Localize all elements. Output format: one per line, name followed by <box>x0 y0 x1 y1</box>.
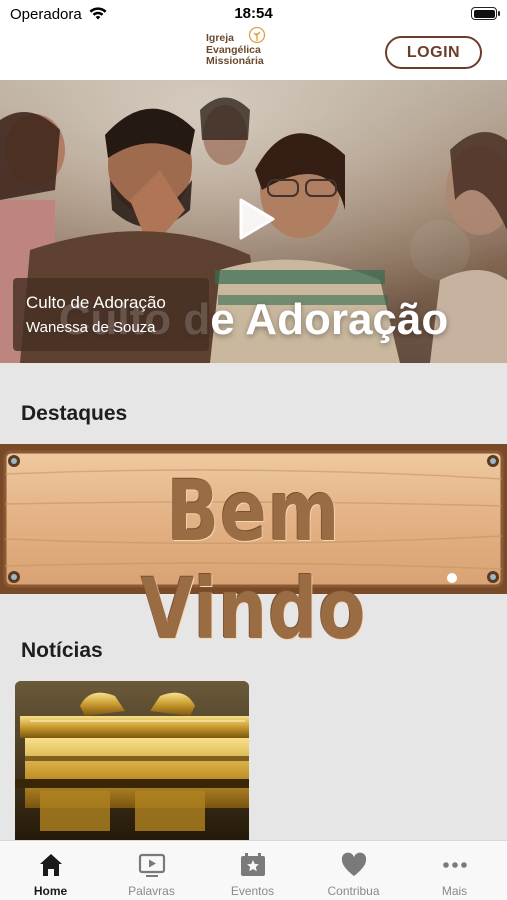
carousel-page-indicator[interactable] <box>447 573 457 583</box>
tab-contribua[interactable]: Contribua <box>303 841 404 900</box>
tab-label: Home <box>33 884 68 898</box>
tab-label: Eventos <box>230 884 275 898</box>
highlights-heading: Destaques <box>21 402 128 425</box>
tab-palavras[interactable]: Palavras <box>101 841 202 900</box>
play-icon[interactable] <box>231 194 281 244</box>
status-time: 18:54 <box>234 5 273 22</box>
tab-label: Palavras <box>128 884 175 898</box>
video-info-card[interactable]: Culto de Adoração Wanessa de Souza <box>13 278 209 351</box>
app-header: Igreja Evangélica Missionária LOGIN <box>0 26 507 80</box>
church-logo[interactable]: Igreja Evangélica Missionária <box>206 26 286 78</box>
tab-label: Contribua <box>327 884 380 898</box>
tab-mais[interactable]: Mais <box>404 841 505 900</box>
tab-eventos[interactable]: Eventos <box>202 841 303 900</box>
video-speaker: Wanessa de Souza <box>26 319 156 336</box>
more-icon <box>443 862 467 868</box>
home-icon <box>40 854 62 876</box>
banner-welcome-text: Bem Vindo <box>140 462 367 658</box>
logo-line: Missionária <box>206 55 264 67</box>
battery-icon <box>471 7 500 20</box>
login-button[interactable]: LOGIN <box>385 36 482 69</box>
bottom-tab-bar: Home Palavras Eventos Contribua Mais <box>0 840 507 900</box>
video-title: Culto de Adoração <box>26 293 166 312</box>
news-ark-image <box>15 681 249 841</box>
logo-text: Igreja Evangélica Missionária <box>206 32 264 68</box>
tab-home[interactable]: Home <box>0 841 101 900</box>
status-bar: Operadora 18:54 <box>0 0 507 28</box>
tab-label: Mais <box>441 884 468 898</box>
news-heading: Notícias <box>21 639 103 662</box>
play-screen-icon <box>138 853 166 877</box>
logo-line: Igreja <box>206 32 235 44</box>
heart-icon <box>341 852 367 876</box>
calendar-star-icon <box>241 853 265 876</box>
news-card[interactable] <box>15 681 249 841</box>
